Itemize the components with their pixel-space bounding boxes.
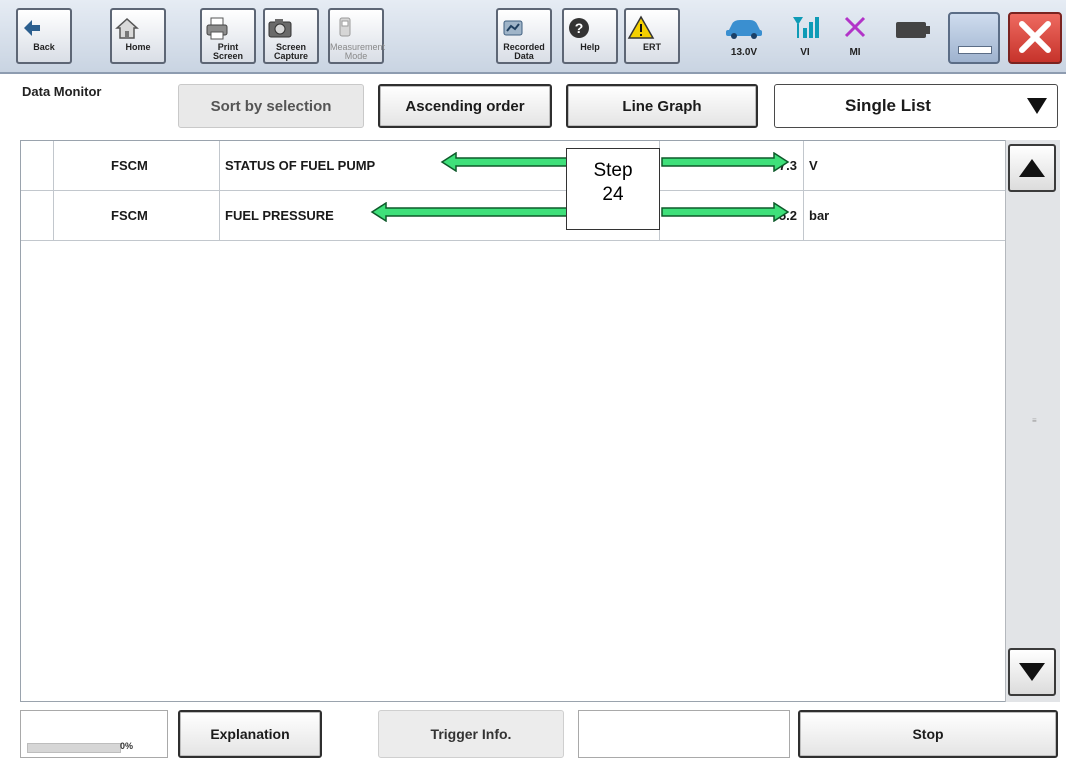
- recorded-data-label: Recorded Data: [503, 42, 545, 61]
- left-arrow-icon: [440, 152, 569, 172]
- close-button[interactable]: [1008, 12, 1062, 64]
- display-mode-value: Single List: [845, 96, 931, 115]
- back-button[interactable]: Back: [16, 8, 72, 64]
- sort-by-selection-button[interactable]: Sort by selection: [178, 84, 364, 128]
- ert-button[interactable]: ERT: [624, 8, 680, 64]
- row-item-name: STATUS OF FUEL PUMP: [225, 158, 376, 173]
- screen-capture-button[interactable]: Screen Capture: [263, 8, 319, 64]
- explanation-button[interactable]: Explanation: [178, 710, 322, 758]
- measurement-mode-label: Measurement Mode: [330, 42, 386, 61]
- svg-text:?: ?: [575, 20, 584, 36]
- step-callout-line2: 24: [602, 184, 624, 205]
- car-icon: [726, 20, 762, 39]
- back-label: Back: [33, 42, 55, 52]
- status-field: [578, 710, 790, 758]
- line-graph-button[interactable]: Line Graph: [566, 84, 758, 128]
- row-system: FSCM: [111, 158, 148, 173]
- print-screen-label: Print Screen: [212, 42, 244, 61]
- ascending-order-button[interactable]: Ascending order: [378, 84, 552, 128]
- mi-label: MI: [849, 47, 861, 58]
- right-arrow-icon: [661, 152, 790, 172]
- warning-icon: [627, 15, 655, 39]
- home-button[interactable]: Home: [110, 8, 166, 64]
- stop-button[interactable]: Stop: [798, 710, 1058, 758]
- scroll-down-icon: [1019, 663, 1045, 681]
- camera-icon: [268, 19, 292, 38]
- vi-status: VI: [790, 14, 820, 58]
- step-callout: Step 24: [566, 148, 660, 230]
- printer-icon: [206, 17, 228, 40]
- toolbar: Back Home Print Screen Screen Capture Me…: [0, 0, 1066, 74]
- help-label: Help: [580, 42, 600, 52]
- screen-capture-label: Screen Capture: [273, 42, 308, 61]
- progress-bar: [27, 743, 121, 753]
- help-button[interactable]: ? Help: [562, 8, 618, 64]
- back-icon: [24, 20, 40, 36]
- mi-x-icon: [844, 16, 866, 38]
- measurement-icon: [339, 17, 351, 37]
- row-unit: V: [809, 158, 818, 173]
- help-icon: ?: [569, 18, 589, 38]
- signal-icon: [793, 17, 819, 38]
- scroll-up-button[interactable]: [1008, 144, 1056, 192]
- home-label: Home: [125, 42, 151, 52]
- scrollbar[interactable]: ≡: [1005, 140, 1060, 702]
- recorded-data-icon: [503, 20, 523, 36]
- battery-voltage-status: 13.0V: [722, 14, 766, 58]
- dropdown-icon: [1027, 98, 1047, 114]
- battery-icon: [896, 22, 930, 38]
- voltage-label: 13.0V: [730, 47, 758, 58]
- recorded-data-button[interactable]: Recorded Data: [496, 8, 552, 64]
- row-system: FSCM: [111, 208, 148, 223]
- trigger-info-button[interactable]: Trigger Info.: [378, 710, 564, 758]
- page-title: Data Monitor: [22, 84, 102, 99]
- row-unit: bar: [809, 208, 830, 223]
- progress-box: 0%: [20, 710, 168, 758]
- mi-status: MI: [840, 14, 870, 58]
- minimize-button[interactable]: [948, 12, 1000, 64]
- minimize-icon: [958, 46, 992, 54]
- progress-label: 0%: [119, 741, 133, 751]
- scroll-grip-icon[interactable]: ≡: [1032, 416, 1037, 425]
- scroll-down-button[interactable]: [1008, 648, 1056, 696]
- print-screen-button[interactable]: Print Screen: [200, 8, 256, 64]
- right-arrow-icon: [661, 202, 790, 222]
- ert-label: ERT: [643, 42, 661, 52]
- measurement-mode-button[interactable]: Measurement Mode: [328, 8, 386, 64]
- display-mode-dropdown[interactable]: Single List: [774, 84, 1058, 128]
- step-callout-line1: Step: [593, 160, 633, 181]
- vi-label: VI: [800, 47, 810, 58]
- data-table: FSCM STATUS OF FUEL PUMP 7.3 V FSCM FUEL…: [20, 140, 1060, 702]
- home-icon: [115, 17, 139, 39]
- left-arrow-icon: [370, 202, 569, 222]
- scroll-up-icon: [1019, 159, 1045, 177]
- close-icon: [1019, 21, 1051, 53]
